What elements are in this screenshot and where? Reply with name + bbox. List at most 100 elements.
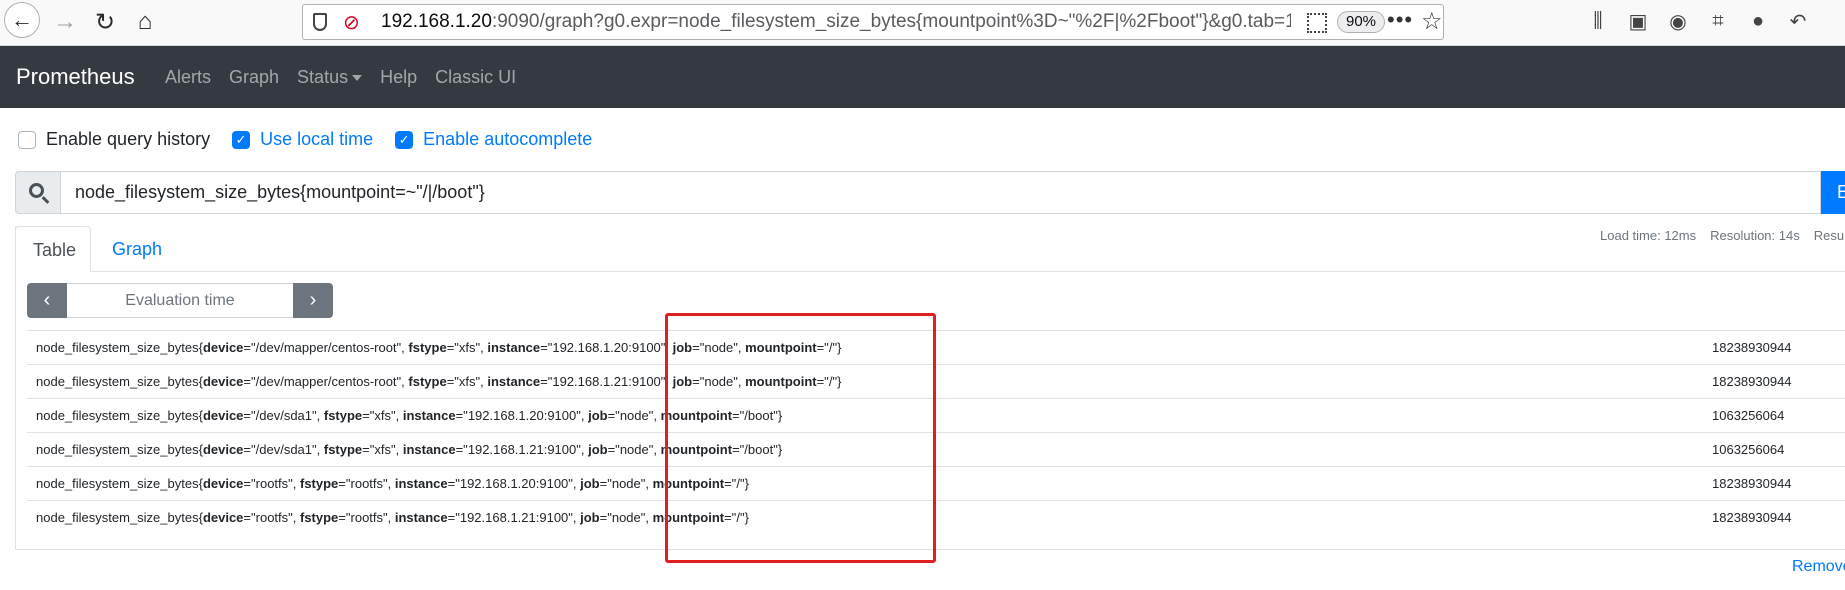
label-value-instance: 192.168.1.20:9100	[552, 340, 661, 355]
label-value-job: node	[611, 476, 641, 491]
metric-name: node_filesystem_size_bytes	[36, 408, 199, 423]
load-time: Load time: 12ms	[1600, 228, 1697, 243]
undo-icon[interactable]: ↶	[1785, 6, 1811, 36]
series-value: 18238930944	[1712, 510, 1792, 525]
label-value-job: node	[611, 510, 641, 525]
remove-panel-link[interactable]: Remove Panel	[1792, 558, 1845, 576]
execute-button[interactable]: Execute	[1821, 171, 1845, 214]
label-key-device: device	[202, 374, 244, 389]
back-arrow-icon: ←	[11, 7, 33, 32]
option-local-time[interactable]: ✓ Use local time	[232, 129, 373, 150]
label-value-instance: 192.168.1.20:9100	[459, 476, 569, 491]
query-stats: Load time: 12ms Resolution: 14s Result s…	[1600, 228, 1845, 243]
expression-input[interactable]: node_filesystem_size_bytes{mountpoint=~"…	[61, 171, 1821, 214]
insecure-lock-icon[interactable]: ⊘	[343, 10, 360, 35]
nav-status-label: Status	[297, 67, 349, 87]
label-key-job: job	[580, 510, 600, 525]
tab-graph[interactable]: Graph	[112, 239, 162, 260]
label-key-device: device	[202, 408, 244, 423]
caret-down-icon	[352, 75, 363, 82]
bookmark-star-icon[interactable]: ☆	[1421, 7, 1443, 36]
qr-code-icon[interactable]	[1307, 13, 1327, 33]
eval-prev-button[interactable]: ‹	[27, 283, 67, 318]
screenshot-icon[interactable]: ⌗	[1705, 6, 1731, 36]
table-row: node_filesystem_size_bytes{device="/dev/…	[27, 432, 1845, 466]
eval-next-button[interactable]: ›	[293, 283, 333, 318]
resolution: Resolution: 14s	[1710, 228, 1800, 243]
nav-status[interactable]: Status	[297, 67, 363, 88]
evaluation-time-input[interactable]: Evaluation time	[67, 283, 293, 318]
label-key-job: job	[588, 442, 608, 457]
query-history-checkbox[interactable]	[18, 130, 36, 149]
address-bar[interactable]: ⊘ 192.168.1.20:9090/graph?g0.expr=node_f…	[302, 4, 1444, 40]
nav-help[interactable]: Help	[380, 67, 417, 88]
search-icon	[28, 183, 44, 198]
tracking-shield-icon[interactable]	[313, 13, 327, 31]
home-icon: ⌂	[137, 8, 153, 35]
page-actions-icon[interactable]: •••	[1387, 7, 1413, 33]
zoom-badge[interactable]: 90%	[1337, 11, 1386, 33]
label-value-job: node	[619, 442, 649, 457]
home-button[interactable]: ⌂	[126, 3, 164, 41]
label-value-instance: 192.168.1.20:9100	[467, 408, 577, 423]
query-history-label: Enable query history	[46, 129, 211, 149]
label-key-device: device	[202, 340, 244, 355]
label-key-instance: instance	[402, 442, 456, 457]
brand-logo[interactable]: Prometheus	[16, 64, 135, 90]
series-label: node_filesystem_size_bytes{device="rootf…	[36, 476, 749, 491]
table-row: node_filesystem_size_bytes{device="rootf…	[27, 466, 1845, 500]
option-query-history[interactable]: Enable query history	[18, 129, 210, 150]
forward-button[interactable]: →	[46, 3, 84, 41]
url-text[interactable]: 192.168.1.20:9090/graph?g0.expr=node_fil…	[381, 11, 1291, 33]
library-icon[interactable]: ⫼	[1585, 6, 1611, 36]
back-button[interactable]: ←	[4, 2, 40, 38]
account-icon[interactable]: ◉	[1665, 6, 1691, 36]
expression-row: node_filesystem_size_bytes{mountpoint=~"…	[15, 171, 1845, 214]
label-value-instance: 192.168.1.21:9100	[467, 442, 577, 457]
autocomplete-checkbox[interactable]: ✓	[395, 130, 414, 149]
label-key-fstype: fstype	[408, 374, 447, 389]
local-time-label: Use local time	[260, 129, 374, 149]
prometheus-navbar: Prometheus Alerts Graph Status Help Clas…	[0, 46, 1845, 108]
label-value-fstype: xfs	[458, 340, 476, 355]
option-autocomplete[interactable]: ✓ Enable autocomplete	[395, 129, 592, 150]
nav-links: Alerts Graph Status Help Classic UI	[165, 67, 516, 88]
label-value-device: /dev/mapper/centos-root	[255, 340, 397, 355]
browser-toolbar: ← → ↻ ⌂ ⊘ 192.168.1.20:9090/graph?g0.exp…	[0, 0, 1845, 46]
expression-search-addon	[15, 171, 61, 214]
evaluation-time-control: ‹ Evaluation time ›	[27, 283, 333, 318]
result-series: Result series: 6	[1813, 228, 1845, 243]
label-value-device: rootfs	[255, 510, 289, 525]
forward-arrow-icon: →	[53, 8, 77, 35]
label-key-instance: instance	[402, 408, 456, 423]
label-key-fstype: fstype	[300, 510, 339, 525]
reload-button[interactable]: ↻	[86, 3, 124, 41]
label-key-job: job	[580, 476, 600, 491]
label-value-device: /dev/sda1	[255, 408, 313, 423]
label-key-instance: instance	[394, 476, 448, 491]
nav-alerts[interactable]: Alerts	[165, 67, 211, 88]
chevron-left-icon: ‹	[43, 289, 51, 311]
chat-icon[interactable]: ●	[1745, 6, 1771, 36]
series-value: 1063256064	[1712, 442, 1785, 457]
table-row: node_filesystem_size_bytes{device="/dev/…	[27, 364, 1845, 398]
nav-classic-ui[interactable]: Classic UI	[435, 67, 516, 88]
local-time-checkbox[interactable]: ✓	[232, 130, 251, 149]
metric-name: node_filesystem_size_bytes	[36, 442, 199, 457]
chevron-right-icon: ›	[309, 289, 317, 311]
series-value: 1063256064	[1712, 408, 1785, 423]
label-value-instance: 192.168.1.21:9100	[459, 510, 569, 525]
label-key-fstype: fstype	[323, 408, 363, 423]
tab-table[interactable]: Table	[15, 226, 91, 272]
label-value-device: rootfs	[255, 476, 289, 491]
nav-graph[interactable]: Graph	[229, 67, 279, 88]
sidebar-icon[interactable]: ▣	[1625, 6, 1651, 36]
label-key-fstype: fstype	[408, 340, 447, 355]
annotation-highlight-box	[665, 313, 936, 563]
label-value-fstype: xfs	[374, 442, 391, 457]
label-key-instance: instance	[394, 510, 448, 525]
browser-toolbar-icons: ⫼ ▣ ◉ ⌗ ● ↶	[1585, 6, 1811, 38]
label-value-device: /dev/sda1	[255, 442, 313, 457]
label-key-device: device	[202, 510, 244, 525]
results-table: node_filesystem_size_bytes{device="/dev/…	[27, 330, 1845, 534]
